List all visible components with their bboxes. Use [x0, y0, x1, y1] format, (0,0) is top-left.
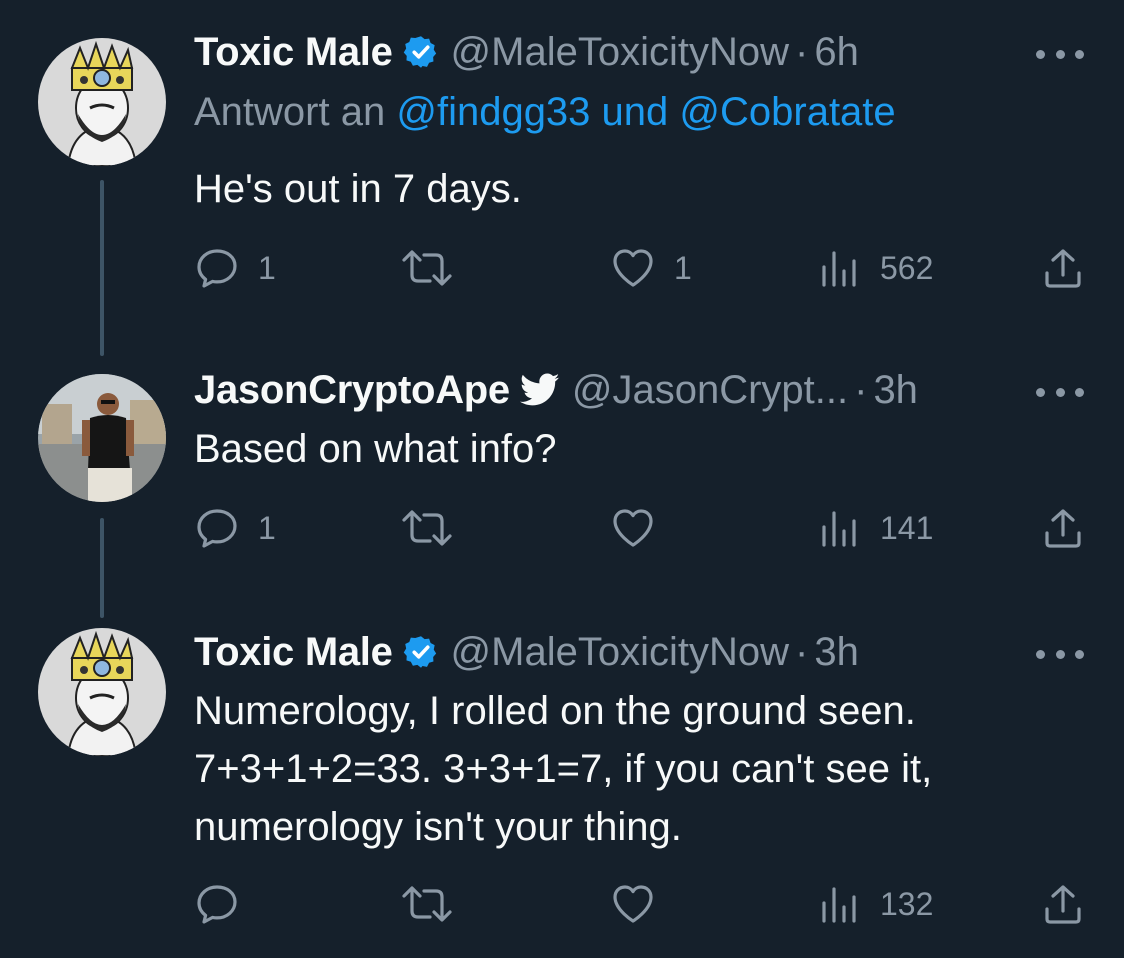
reply-icon: [197, 509, 237, 548]
tweet-actions: 132: [0, 874, 1124, 934]
separator: ·: [795, 630, 809, 674]
display-name[interactable]: Toxic Male: [194, 28, 393, 76]
timestamp[interactable]: 6h: [814, 28, 859, 76]
tweet-actions: 1 1 562: [0, 238, 1124, 298]
reply-button[interactable]: 1: [194, 238, 276, 298]
tweet-header: Toxic Male @MaleToxicityNow · 3h: [194, 628, 1084, 676]
retweet-icon: [402, 510, 452, 546]
reply-button[interactable]: 1: [194, 498, 276, 558]
verified-badge-icon: [403, 634, 439, 670]
conversation-thread: Toxic Male @MaleToxicityNow · 6h Antwort…: [0, 0, 1124, 958]
views-button[interactable]: 562: [816, 238, 933, 298]
retweet-button[interactable]: [398, 238, 474, 298]
user-handle[interactable]: @MaleToxicityNow: [451, 628, 789, 676]
tweet-actions: 1 141: [0, 498, 1124, 558]
reply-count: 1: [258, 509, 276, 546]
reply-prefix: Antwort an: [194, 90, 386, 134]
tweet[interactable]: JasonCryptoApe @JasonCrypt... · 3h Based…: [0, 330, 1124, 620]
separator: ·: [795, 30, 809, 74]
share-button[interactable]: [1040, 498, 1086, 558]
user-handle[interactable]: @MaleToxicityNow: [451, 28, 789, 76]
timestamp[interactable]: 3h: [873, 366, 918, 414]
like-button[interactable]: 1: [610, 238, 692, 298]
avatar[interactable]: [38, 374, 166, 502]
view-count: 132: [880, 885, 934, 922]
tweet-header: JasonCryptoApe @JasonCrypt... · 3h: [194, 366, 1084, 414]
tweet-text: He's out in 7 days.: [194, 167, 522, 211]
reply-icon: [197, 249, 237, 288]
user-handle[interactable]: @JasonCrypt...: [572, 366, 848, 414]
twitter-bird-icon: [519, 373, 560, 407]
share-button[interactable]: [1040, 874, 1086, 934]
more-options-icon[interactable]: [1036, 44, 1084, 64]
heart-icon: [613, 509, 653, 547]
reply-mentions[interactable]: @findgg33 und @Cobratate: [396, 90, 895, 134]
share-icon: [1045, 509, 1081, 548]
avatar[interactable]: [38, 628, 166, 756]
analytics-icon: [822, 887, 856, 923]
views-button[interactable]: 132: [816, 874, 933, 934]
tweet[interactable]: Toxic Male @MaleToxicityNow · 3h Numerol…: [0, 620, 1124, 958]
analytics-icon: [822, 511, 856, 547]
avatar[interactable]: [38, 38, 166, 166]
retweet-icon: [402, 886, 452, 922]
tweet-text: Based on what info?: [194, 427, 557, 471]
views-button[interactable]: 141: [816, 498, 933, 558]
reply-count: 1: [258, 249, 276, 286]
timestamp[interactable]: 3h: [814, 628, 859, 676]
separator: ·: [854, 368, 868, 412]
verified-badge-icon: [403, 34, 439, 70]
display-name[interactable]: Toxic Male: [194, 628, 393, 676]
like-button[interactable]: [610, 498, 674, 558]
retweet-button[interactable]: [398, 874, 474, 934]
like-button[interactable]: [610, 874, 674, 934]
retweet-button[interactable]: [398, 498, 474, 558]
analytics-icon: [822, 251, 856, 287]
display-name[interactable]: JasonCryptoApe: [194, 366, 510, 414]
reply-context: Antwort an @findgg33 und @Cobratate: [194, 88, 896, 136]
retweet-icon: [402, 250, 452, 286]
more-options-icon[interactable]: [1036, 644, 1084, 664]
like-count: 1: [674, 249, 692, 286]
more-options-icon[interactable]: [1036, 382, 1084, 402]
view-count: 562: [880, 249, 934, 286]
view-count: 141: [880, 509, 934, 546]
reply-icon: [197, 885, 237, 924]
reply-button[interactable]: [194, 874, 258, 934]
tweet-header: Toxic Male @MaleToxicityNow · 6h: [194, 28, 1084, 76]
share-icon: [1045, 885, 1081, 924]
heart-icon: [613, 249, 653, 287]
heart-icon: [613, 885, 653, 923]
share-button[interactable]: [1040, 238, 1086, 298]
tweet[interactable]: Toxic Male @MaleToxicityNow · 6h Antwort…: [0, 0, 1124, 356]
share-icon: [1045, 249, 1081, 288]
tweet-text: Numerology, I rolled on the ground seen.…: [194, 689, 933, 849]
